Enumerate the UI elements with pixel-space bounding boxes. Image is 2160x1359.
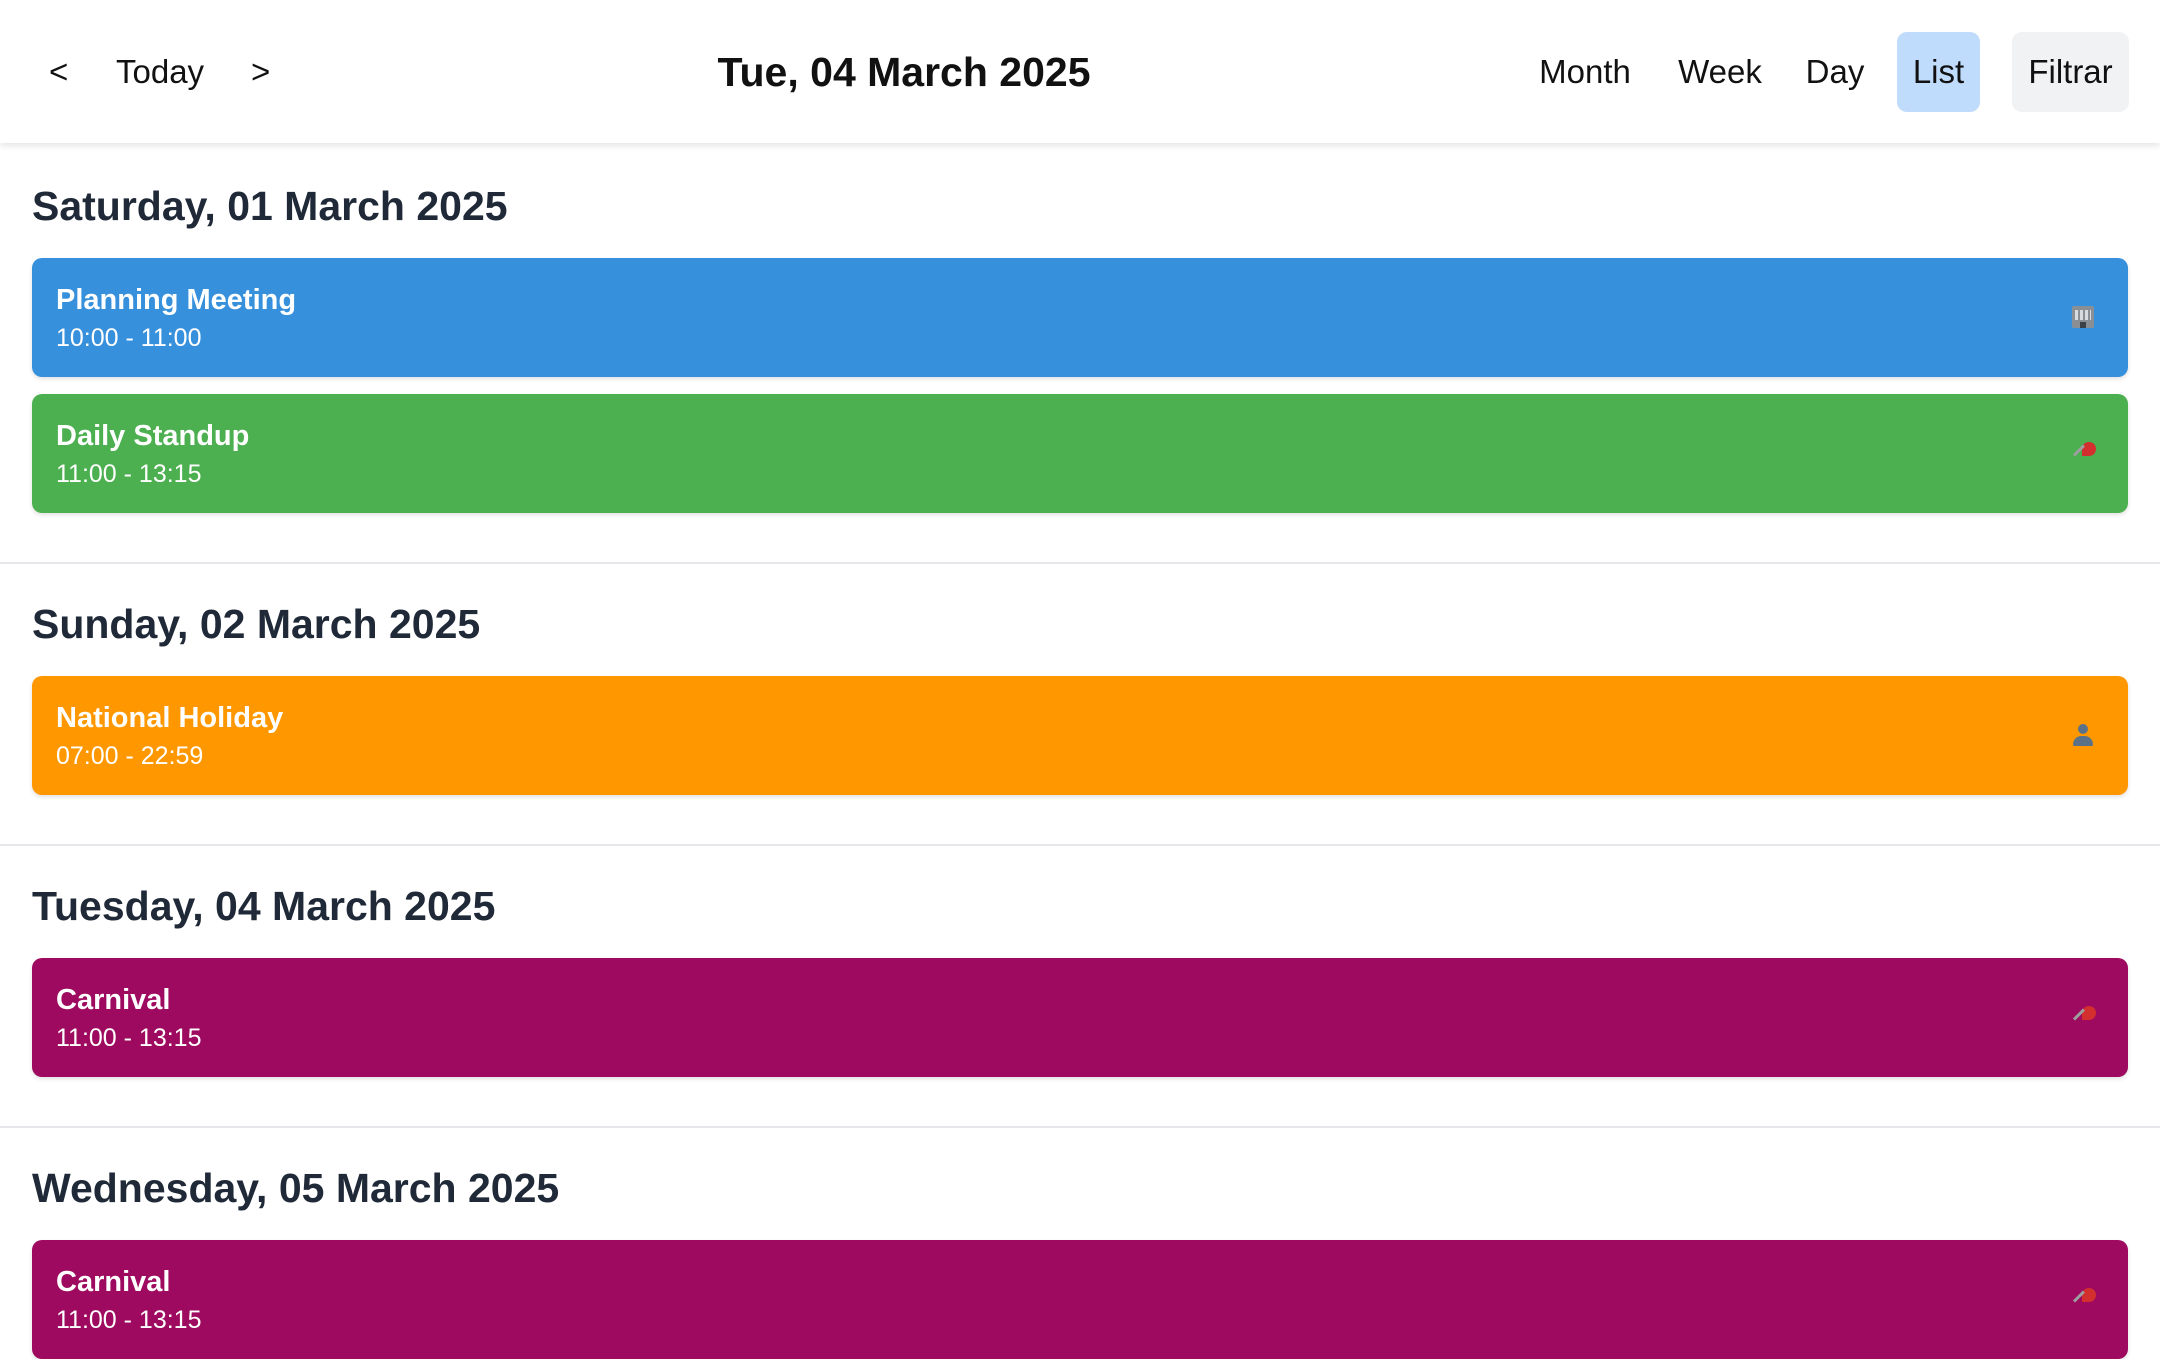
- event-title: Carnival: [56, 984, 171, 1016]
- day-section: Sunday, 02 March 2025 National Holiday 0…: [0, 564, 2160, 846]
- event-title: Planning Meeting: [56, 284, 297, 316]
- event-time: 11:00 - 13:15: [56, 460, 202, 488]
- view-list-button[interactable]: List: [1897, 32, 1980, 112]
- event-time: 10:00 - 11:00: [56, 324, 202, 352]
- event-card[interactable]: National Holiday 07:00 - 22:59: [32, 676, 2128, 795]
- event-time: 11:00 - 13:15: [56, 1024, 202, 1052]
- pushpin-icon: [2072, 440, 2098, 466]
- day-section: Tuesday, 04 March 2025 Carnival 11:00 - …: [0, 846, 2160, 1128]
- event-time: 07:00 - 22:59: [56, 742, 204, 770]
- event-card[interactable]: Carnival 11:00 - 13:15: [32, 1240, 2128, 1359]
- current-date-text: Tue, 04 March 2025: [717, 49, 1091, 95]
- day-heading: Tuesday, 04 March 2025: [32, 883, 496, 929]
- event-card[interactable]: Carnival 11:00 - 13:15: [32, 958, 2128, 1077]
- previous-button[interactable]: <: [33, 32, 83, 112]
- today-button[interactable]: Today: [100, 32, 220, 112]
- next-button[interactable]: >: [235, 32, 285, 112]
- day-section: Saturday, 01 March 2025 Planning Meeting…: [0, 143, 2160, 564]
- day-heading: Saturday, 01 March 2025: [32, 183, 508, 229]
- day-heading: Wednesday, 05 March 2025: [32, 1165, 560, 1211]
- view-day-button[interactable]: Day: [1795, 32, 1875, 112]
- day-heading: Sunday, 02 March 2025: [32, 601, 481, 647]
- view-week-button[interactable]: Week: [1665, 32, 1775, 112]
- event-title: Carnival: [56, 1266, 171, 1298]
- event-title: Daily Standup: [56, 420, 250, 452]
- building-icon: [2072, 306, 2094, 328]
- event-card[interactable]: Daily Standup 11:00 - 13:15: [32, 394, 2128, 513]
- filter-button[interactable]: Filtrar: [2012, 32, 2129, 112]
- pushpin-icon: [2072, 1286, 2098, 1312]
- calendar-toolbar: < Today > Tue, 04 March 2025 Month Week …: [0, 0, 2160, 143]
- day-section: Wednesday, 05 March 2025 Carnival 11:00 …: [0, 1128, 2160, 1359]
- event-title: National Holiday: [56, 702, 284, 734]
- user-icon: [2071, 723, 2095, 747]
- pushpin-icon: [2072, 1004, 2098, 1030]
- event-card[interactable]: Planning Meeting 10:00 - 11:00: [32, 258, 2128, 377]
- view-month-button[interactable]: Month: [1525, 32, 1645, 112]
- event-time: 11:00 - 13:15: [56, 1306, 202, 1334]
